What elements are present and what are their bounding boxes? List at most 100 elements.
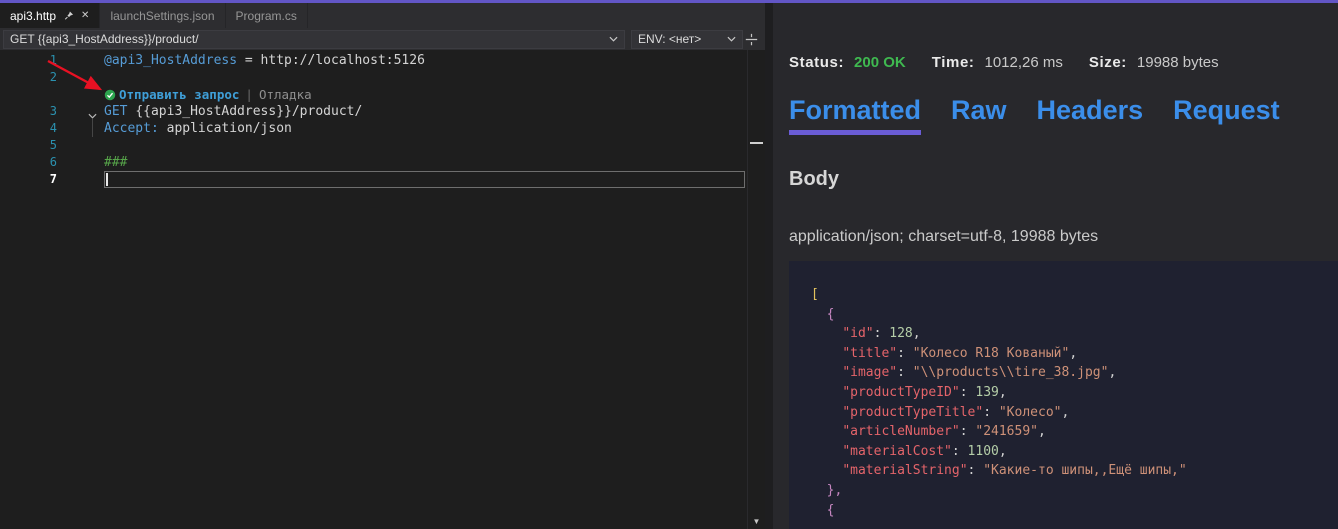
editor-line[interactable]: 1@api3_HostAddress = http://localhost:51… [0,52,765,69]
json-token: "Колесо" [999,405,1062,420]
json-token: "title" [842,346,897,361]
json-token: , [999,444,1007,459]
split-editor-button[interactable] [743,31,760,48]
json-token: , [999,385,1007,400]
response-tab-raw[interactable]: Raw [951,95,1007,135]
editor-line[interactable]: Отправить запрос | Отладка [0,86,765,103]
json-line: "materialCost": 1100, [811,442,1338,462]
editor-line[interactable]: 7 [0,171,765,188]
json-line: "productTypeID": 139, [811,383,1338,403]
json-token [811,463,842,478]
json-token: 139 [975,385,998,400]
json-line: [ [811,285,1338,305]
json-token [811,307,827,322]
request-url-text: GET {{api3_HostAddress}}/product/ [10,32,199,46]
pin-icon[interactable] [64,10,74,21]
json-token: "id" [842,326,873,341]
json-token: "materialCost" [842,444,952,459]
scrollbar-down-arrow-icon[interactable]: ▼ [748,518,765,526]
fold-margin [57,52,104,69]
json-token [811,424,842,439]
debug-link[interactable]: Отладка [259,86,312,103]
code-token: http://localhost:5126 [261,53,425,68]
body-heading: Body [789,168,1338,191]
json-token [811,385,842,400]
json-token [811,346,842,361]
code-line[interactable]: @api3_HostAddress = http://localhost:512… [104,52,745,69]
editor-line[interactable]: 4Accept: application/json [0,120,765,137]
request-bar: GET {{api3_HostAddress}}/product/ ENV: <… [0,28,765,50]
json-line: "productTypeTitle": "Колесо", [811,403,1338,423]
editor-scrollbar[interactable]: ▼ [747,50,765,529]
close-icon[interactable]: ✕ [81,10,89,21]
json-token [811,483,827,498]
json-token: : [897,365,913,380]
response-view-tabs: Formatted Raw Headers Request [789,95,1338,135]
json-response-block: [ { "id": 128, "title": "Колесо R18 Кова… [789,261,1338,529]
editor-line[interactable]: 3GET {{api3_HostAddress}}/product/ [0,103,765,120]
environment-text: ENV: <нет> [638,32,701,46]
code-token: ### [104,155,127,170]
fold-margin[interactable] [57,103,104,120]
json-token: }, [827,483,843,498]
time-label: Time: [932,54,975,71]
fold-margin [57,120,104,137]
json-token: "articleNumber" [842,424,959,439]
json-token: : [983,405,999,420]
response-tab-request[interactable]: Request [1173,95,1280,135]
json-token: : [960,385,976,400]
json-token: "materialString" [842,463,967,478]
code-line[interactable]: Отправить запрос | Отладка [104,86,745,103]
editor-line[interactable]: 2 [0,69,765,86]
json-line: "articleNumber": "241659", [811,422,1338,442]
json-token: : [897,346,913,361]
code-line[interactable]: ### [104,154,745,171]
line-number: 2 [0,69,57,86]
json-token: , [1069,346,1077,361]
json-line: }, [811,481,1338,501]
editor-line[interactable]: 6### [0,154,765,171]
code-line[interactable]: Accept: application/json [104,120,745,137]
json-token: : [874,326,890,341]
split-editor-icon [745,33,758,46]
json-token [811,365,842,380]
chevron-down-icon [721,36,736,42]
json-token: : [960,424,976,439]
pane-splitter[interactable] [765,3,773,529]
code-editor[interactable]: 1@api3_HostAddress = http://localhost:51… [0,50,765,529]
json-token: "productTypeTitle" [842,405,983,420]
json-token: , [1038,424,1046,439]
code-line[interactable]: GET {{api3_HostAddress}}/product/ [104,103,745,120]
response-tab-headers[interactable]: Headers [1037,95,1144,135]
content-type: application/json; charset=utf-8, 19988 b… [789,228,1338,246]
request-url-combo[interactable]: GET {{api3_HostAddress}}/product/ [3,30,625,49]
code-token: application/json [159,121,292,136]
current-line[interactable] [104,171,745,188]
json-token [811,405,842,420]
json-token: 1100 [968,444,999,459]
codelens-separator: | [245,86,253,103]
tab-label: launchSettings.json [110,9,214,23]
code-token: Accept: [104,121,159,136]
tab-launchsettings-json[interactable]: launchSettings.json [100,3,225,28]
json-line: "id": 128, [811,324,1338,344]
send-request-link[interactable]: Отправить запрос [119,86,239,103]
editor-line[interactable]: 5 [0,137,765,154]
response-tab-formatted[interactable]: Formatted [789,95,921,135]
code-line[interactable] [104,137,745,154]
line-number [0,86,57,103]
json-token [811,326,842,341]
json-token: { [827,307,835,322]
tab-program-cs[interactable]: Program.cs [226,3,308,28]
fold-margin [57,171,104,188]
code-token: @api3_HostAddress [104,53,237,68]
editor-pane: api3.http✕launchSettings.jsonProgram.cs … [0,3,765,529]
status-value: 200 OK [854,54,906,71]
environment-combo[interactable]: ENV: <нет> [631,30,743,49]
code-line[interactable] [104,69,745,86]
json-token: "Какие-то шипы,,Ещё шипы," [983,463,1187,478]
tab-api3-http[interactable]: api3.http✕ [0,3,100,28]
app-window: api3.http✕launchSettings.jsonProgram.cs … [0,3,1338,529]
json-token: "\\products\\tire_38.jpg" [913,365,1109,380]
json-token: , [913,326,921,341]
